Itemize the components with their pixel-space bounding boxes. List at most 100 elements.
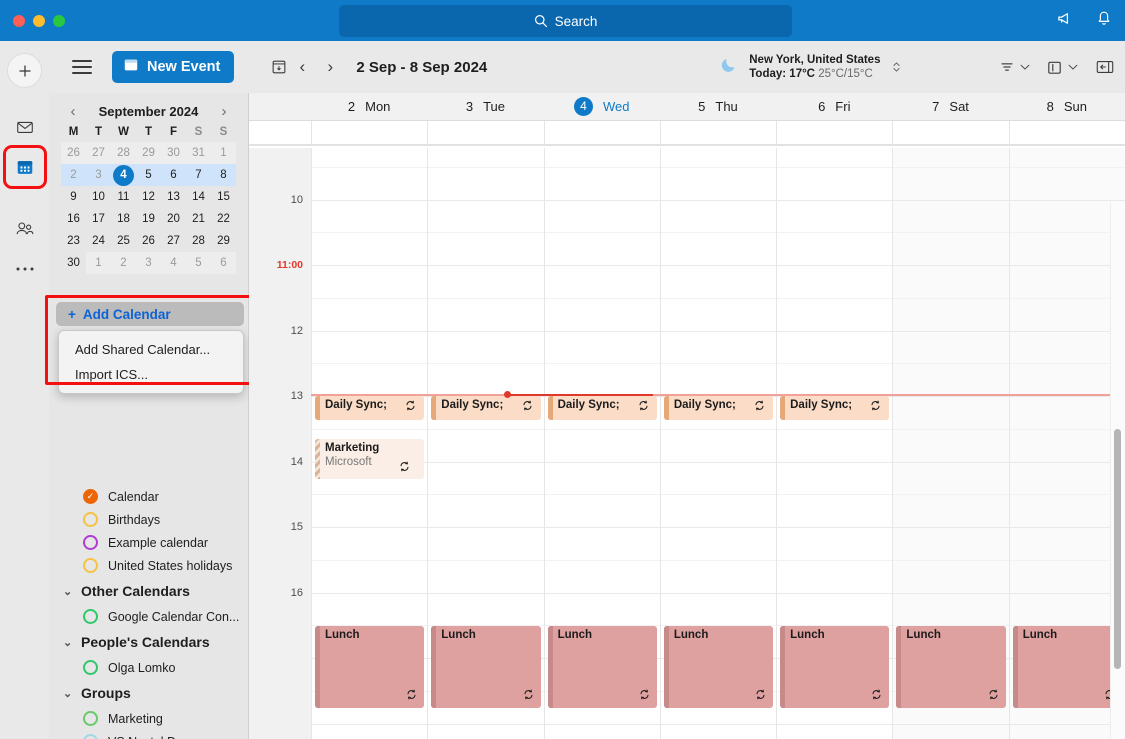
rail-add-button[interactable]	[7, 53, 42, 88]
mini-calendar-day[interactable]: 29	[136, 142, 161, 164]
calendar-list-item[interactable]: ✓ Calendar	[49, 485, 248, 508]
day-column[interactable]: Lunch	[892, 148, 1009, 739]
calendar-section-header[interactable]: ⌄ People's Calendars	[49, 628, 248, 656]
calendar-checkbox-icon[interactable]	[83, 609, 98, 624]
mini-calendar-day[interactable]: 19	[136, 208, 161, 230]
add-calendar-menu-item[interactable]: Import ICS...	[59, 362, 243, 387]
day-column[interactable]: Daily Sync; Lunch	[776, 148, 893, 739]
calendar-list-item[interactable]: Marketing	[49, 707, 248, 730]
all-day-cell[interactable]	[892, 121, 1009, 144]
mini-calendar-day[interactable]: 8	[211, 164, 236, 186]
calendar-event[interactable]: Daily Sync;	[780, 396, 890, 420]
calendar-checkbox-icon[interactable]	[83, 734, 98, 739]
calendar-event[interactable]: Daily Sync;	[315, 396, 425, 420]
mini-calendar-day[interactable]: 12	[136, 186, 161, 208]
calendar-event[interactable]: Daily Sync;	[663, 396, 774, 420]
all-day-cell[interactable]	[776, 121, 893, 144]
bell-icon[interactable]	[1095, 9, 1113, 33]
all-day-cell[interactable]	[427, 121, 544, 144]
mini-calendar-day[interactable]: 23	[61, 230, 86, 252]
mini-calendar-day[interactable]: 18	[111, 208, 136, 230]
day-header-cell[interactable]: 3 Tue	[427, 93, 543, 120]
mini-calendar-day[interactable]: 10	[86, 186, 111, 208]
previous-week-button[interactable]: ‹	[288, 53, 316, 81]
calendar-section-header[interactable]: ⌄ Other Calendars	[49, 577, 248, 605]
calendar-event[interactable]: Daily Sync;	[547, 396, 657, 420]
mini-calendar-day[interactable]: 14	[186, 186, 211, 208]
day-column[interactable]: Daily Sync; Marketing Microsoft Lunch	[311, 148, 428, 739]
mini-calendar-day[interactable]: 11	[111, 186, 136, 208]
mini-calendar-day[interactable]: 2	[111, 252, 136, 274]
mini-calendar-day[interactable]: 22	[211, 208, 236, 230]
day-header-cell[interactable]: 6 Fri	[776, 93, 892, 120]
day-column[interactable]: Daily Sync; Lunch	[659, 148, 777, 739]
mini-calendar-day[interactable]: 15	[211, 186, 236, 208]
day-header-cell[interactable]: 5 Thu	[660, 93, 776, 120]
mini-calendar-day[interactable]: 1	[211, 142, 236, 164]
mini-calendar-prev-button[interactable]: ‹	[65, 103, 81, 120]
mini-calendar-day[interactable]: 9	[61, 186, 86, 208]
mini-calendar-day[interactable]: 28	[111, 142, 136, 164]
all-day-cell[interactable]	[659, 121, 777, 144]
filter-control[interactable]	[998, 58, 1032, 76]
close-window-button[interactable]	[13, 14, 25, 27]
calendar-event[interactable]: Lunch	[315, 626, 425, 708]
mini-calendar-day[interactable]: 4	[161, 252, 186, 274]
mini-calendar-day[interactable]: 30	[61, 252, 86, 274]
minimize-window-button[interactable]	[33, 14, 45, 27]
mini-calendar-day[interactable]: 16	[61, 208, 86, 230]
calendar-list-item[interactable]: Olga Lomko	[49, 656, 248, 679]
mini-calendar-day[interactable]: 29	[211, 230, 236, 252]
rail-item-calendar[interactable]	[2, 145, 47, 189]
mini-calendar-day[interactable]: 2	[61, 164, 86, 186]
mini-calendar-day[interactable]: 26	[61, 142, 86, 164]
add-calendar-button[interactable]: + Add Calendar	[56, 302, 244, 326]
go-to-today-icon[interactable]	[270, 58, 288, 76]
calendar-list-item[interactable]: United States holidays	[49, 554, 248, 577]
calendar-section-header[interactable]: ⌄ Groups	[49, 679, 248, 707]
day-column[interactable]: Daily Sync; Lunch	[543, 148, 660, 739]
mini-calendar-day[interactable]: 5	[136, 164, 161, 186]
mini-calendar-day[interactable]: 3	[86, 164, 111, 186]
rail-item-more[interactable]	[8, 252, 42, 286]
mini-calendar-day[interactable]: 4	[111, 164, 136, 186]
mini-calendar-day[interactable]: 21	[186, 208, 211, 230]
mini-calendar-day[interactable]: 25	[111, 230, 136, 252]
megaphone-icon[interactable]	[1056, 9, 1075, 33]
calendar-checkbox-icon[interactable]	[83, 558, 98, 573]
calendar-checkbox-icon[interactable]	[83, 512, 98, 527]
mini-calendar-day[interactable]: 24	[86, 230, 111, 252]
toggle-sidebar-button[interactable]	[72, 55, 92, 78]
mini-calendar-day[interactable]: 6	[211, 252, 236, 274]
search-input[interactable]: Search	[339, 5, 792, 37]
mini-calendar-day[interactable]: 17	[86, 208, 111, 230]
day-header-cell[interactable]: 8 Sun	[1009, 93, 1125, 120]
rail-item-mail[interactable]	[8, 110, 42, 144]
add-calendar-menu-item[interactable]: Add Shared Calendar...	[59, 337, 243, 362]
maximize-window-button[interactable]	[53, 14, 65, 27]
next-week-button[interactable]: ›	[316, 53, 344, 81]
calendar-list-item[interactable]: Birthdays	[49, 508, 248, 531]
calendar-event[interactable]: Daily Sync;	[431, 396, 541, 420]
mini-calendar-day[interactable]: 5	[186, 252, 211, 274]
rail-item-people[interactable]	[8, 212, 42, 246]
calendar-event[interactable]: Marketing Microsoft	[315, 439, 425, 479]
mini-calendar-day[interactable]: 30	[161, 142, 186, 164]
calendar-event[interactable]: Lunch	[431, 626, 541, 708]
mini-calendar-day[interactable]: 7	[186, 164, 211, 186]
mini-calendar-day[interactable]: 31	[186, 142, 211, 164]
mini-calendar-day[interactable]: 28	[186, 230, 211, 252]
calendar-checkbox-icon[interactable]	[83, 535, 98, 550]
all-day-cell[interactable]	[543, 121, 660, 144]
calendar-event[interactable]: Lunch	[547, 626, 657, 708]
weather-widget[interactable]: New York, United States Today: 17°C 25°C…	[719, 53, 901, 81]
calendar-checkbox-icon[interactable]	[83, 660, 98, 675]
calendar-list-item[interactable]: VS Nectel Demo	[49, 730, 248, 739]
calendar-event[interactable]: Lunch	[1012, 626, 1122, 708]
weather-stepper-icon[interactable]	[892, 60, 901, 74]
new-event-button[interactable]: New Event	[112, 51, 235, 83]
mini-calendar-day[interactable]: 3	[136, 252, 161, 274]
calendar-list-item[interactable]: Google Calendar Con...	[49, 605, 248, 628]
day-header-cell[interactable]: 7 Sat	[892, 93, 1008, 120]
day-header-cell[interactable]: 2 Mon	[311, 93, 427, 120]
